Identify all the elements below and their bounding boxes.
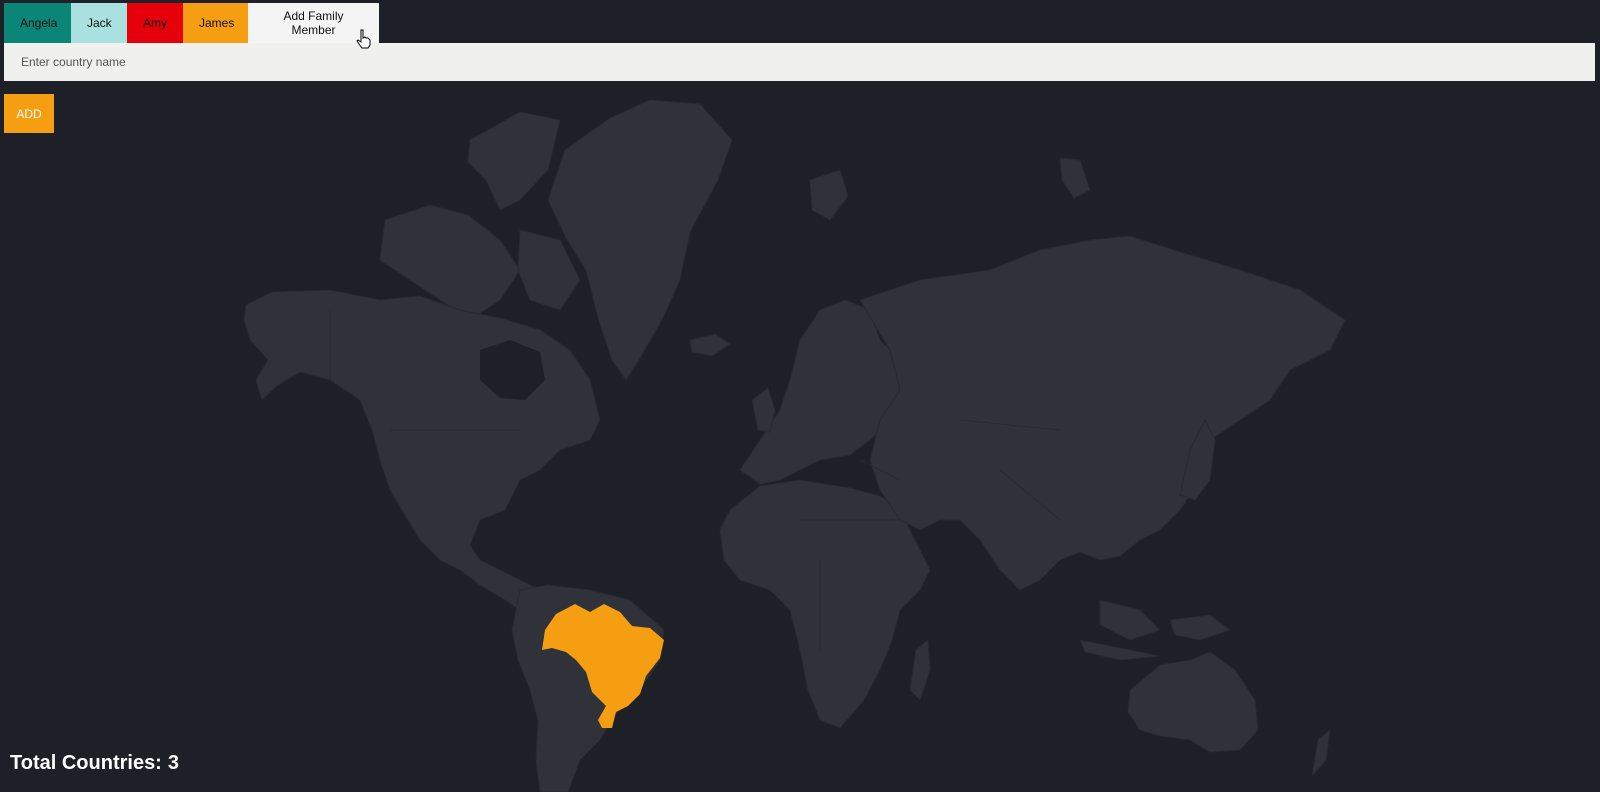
svalbard — [809, 169, 849, 221]
total-countries-count: 3 — [167, 752, 179, 774]
hand-pointer-icon — [356, 29, 371, 49]
tab-jack[interactable]: Jack — [71, 3, 127, 43]
uk — [751, 387, 776, 433]
family-tabs: Angela Jack Amy James Add Family Member — [4, 3, 379, 43]
madagascar — [909, 638, 931, 701]
iceland — [689, 333, 731, 357]
add-country-button[interactable]: ADD — [4, 94, 54, 133]
asia — [859, 235, 1346, 591]
total-countries: Total Countries: 3 — [10, 752, 179, 775]
novaya-zemlya — [1059, 157, 1091, 199]
new-zealand — [1311, 728, 1331, 778]
tab-amy[interactable]: Amy — [127, 3, 183, 43]
total-countries-label: Total Countries: — [10, 752, 162, 774]
arctic-islands — [379, 111, 581, 321]
australia — [1127, 651, 1259, 753]
north-america — [243, 289, 601, 621]
country-input[interactable] — [4, 43, 1595, 81]
tab-angela[interactable]: Angela — [4, 3, 71, 43]
world-map — [243, 99, 1346, 792]
se-asia-islands — [1079, 599, 1232, 661]
tab-james[interactable]: James — [183, 3, 248, 43]
